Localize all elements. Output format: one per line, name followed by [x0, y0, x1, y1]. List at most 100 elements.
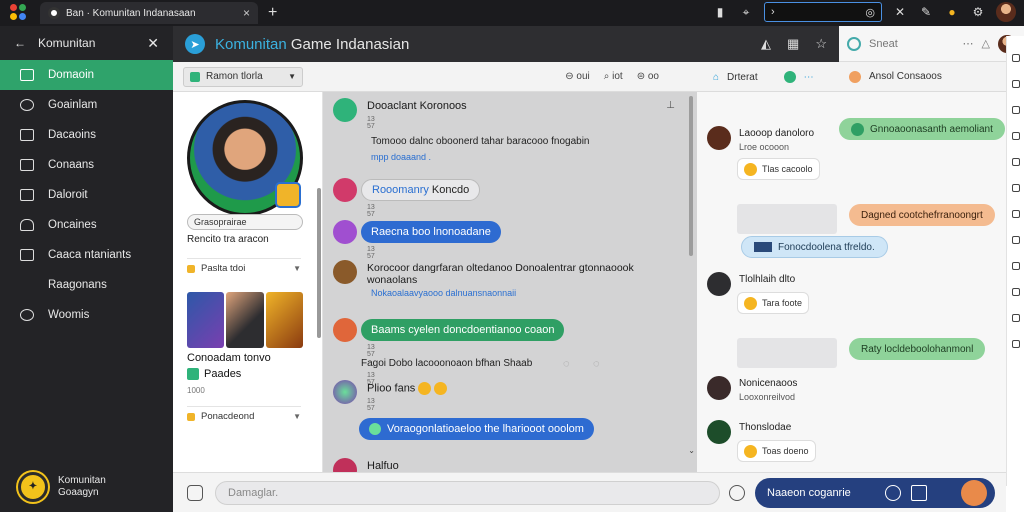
message-sender[interactable]: Dooaclant Koronoos: [367, 100, 467, 112]
sidebar-item-4[interactable]: Daloroit: [0, 180, 173, 210]
browser-logo-icon[interactable]: [10, 4, 28, 22]
game-badge-icon[interactable]: [275, 182, 301, 208]
home-icon[interactable]: ⌂: [713, 72, 719, 83]
shuffle-icon[interactable]: ✕: [892, 4, 908, 20]
tool-icon[interactable]: [1011, 262, 1020, 270]
reaction-icon[interactable]: ◌: [563, 358, 570, 370]
format-icon[interactable]: [910, 485, 927, 501]
emoji-picker-icon[interactable]: [729, 485, 745, 501]
folder-icon: [20, 129, 34, 141]
check-icon[interactable]: [884, 485, 901, 501]
profile-name-field[interactable]: Grasoprairae: [187, 214, 303, 230]
sidebar-item-6[interactable]: Caaca ntaniants: [0, 240, 173, 270]
gallery-image[interactable]: [226, 292, 264, 348]
message-link[interactable]: mpp doaaand .: [371, 152, 431, 162]
tool-icon[interactable]: [1011, 132, 1020, 140]
reply-bubble[interactable]: Dagned cootchefrranoongrt: [849, 204, 995, 226]
notification-icon[interactable]: △: [982, 37, 990, 50]
message-bubble[interactable]: Voraogonlatioaeloo the lhariooot ooolom: [359, 418, 594, 440]
tool-icon[interactable]: [1011, 106, 1020, 114]
tool-icon[interactable]: [1011, 314, 1020, 322]
reply-bubble[interactable]: Fonocdoolena tfreldo.: [741, 236, 888, 258]
sidebar-item-7[interactable]: Raagonans: [0, 270, 173, 300]
search-button[interactable]: ⌕ iot: [604, 71, 623, 82]
bookmark-icon[interactable]: ⌖: [738, 4, 754, 20]
message-sender[interactable]: Korocoor dangrfaran oltedanoo Donoalentr…: [367, 262, 634, 274]
back-arrow-icon[interactable]: ←: [14, 36, 26, 50]
settings-icon[interactable]: ⚙: [970, 4, 986, 20]
star-icon[interactable]: ☆: [815, 36, 827, 52]
sidebar-item-3[interactable]: Conaans: [0, 150, 173, 180]
tool-icon[interactable]: [1011, 158, 1020, 166]
message-sender[interactable]: Halfuo: [367, 460, 399, 472]
contact-name: Thonslodae: [739, 422, 792, 433]
browser-tab[interactable]: Ban · Komunitan Indanasaan ×: [40, 2, 258, 24]
contact-bubble[interactable]: Tara foote: [737, 292, 810, 314]
refresh-icon[interactable]: ◎: [865, 6, 875, 19]
message-sender[interactable]: Plioo fans: [367, 382, 448, 395]
scroll-down-icon[interactable]: ⌄: [688, 446, 695, 455]
gallery-image[interactable]: [265, 292, 303, 348]
emoji-icon[interactable]: ●: [944, 4, 960, 20]
profile-section-dropdown-2[interactable]: Ponacdeond ▼: [187, 406, 301, 426]
new-tab-button[interactable]: +: [268, 4, 277, 22]
message-link[interactable]: Nokaoalaavyaooo dalnuansnaonnaii: [371, 288, 516, 298]
tab-chats[interactable]: Drterat: [727, 72, 758, 83]
tool-icon[interactable]: [1011, 288, 1020, 296]
gallery-image[interactable]: [187, 292, 225, 348]
tool-icon[interactable]: [1011, 184, 1020, 192]
tool-icon[interactable]: [1011, 340, 1020, 348]
sender-tag: Koncdo: [431, 184, 470, 196]
tool-icon[interactable]: [1011, 80, 1020, 88]
tab-close-icon[interactable]: ×: [243, 6, 250, 20]
sender-avatar[interactable]: [333, 458, 357, 472]
edit-icon[interactable]: ✎: [918, 4, 934, 20]
options-button[interactable]: ⊜ oo: [637, 71, 659, 82]
sidebar-item-8[interactable]: Woomis: [0, 300, 173, 330]
message-bubble[interactable]: Baams cyelen doncdoentianoo coaon: [361, 319, 565, 341]
pin-icon[interactable]: ⊥: [666, 100, 675, 111]
share-icon[interactable]: ◭: [761, 36, 771, 52]
attach-icon[interactable]: [187, 485, 203, 501]
sidebar-item-0[interactable]: Domaoin: [0, 60, 173, 90]
sender-avatar[interactable]: [333, 380, 357, 404]
tool-icon[interactable]: [1011, 54, 1020, 62]
reaction-icon[interactable]: ◌: [593, 358, 600, 370]
search-input[interactable]: Sneat: [869, 38, 898, 50]
close-icon[interactable]: ✕: [147, 35, 159, 52]
reply-bubble[interactable]: Gnnoaoonasanth aemoliant: [839, 118, 1005, 140]
message-bubble[interactable]: Raecna boo lnonoadane: [361, 221, 501, 243]
tool-icon[interactable]: [1011, 236, 1020, 244]
search-panel[interactable]: Sneat ⋯ △: [839, 26, 1024, 62]
sender-avatar[interactable]: [333, 98, 357, 122]
sidebar-item-5[interactable]: Oncaines: [0, 210, 173, 240]
sidebar-item-2[interactable]: Dacaoins: [0, 120, 173, 150]
profile-section-dropdown[interactable]: Paslta tdoi ▼: [187, 258, 301, 278]
sender-avatar[interactable]: [333, 220, 357, 244]
address-bar[interactable]: › ◎: [764, 2, 882, 22]
message-input[interactable]: Damaglar.: [215, 481, 720, 505]
sender-chip[interactable]: Rooomanry Koncdo: [361, 179, 481, 201]
gallery-title: Conoadam tonvo: [187, 352, 271, 364]
zoom-out-button[interactable]: ⊖ oui: [565, 71, 590, 82]
sidebar-footer[interactable]: ✦ Komunitan Goaagyn: [18, 472, 106, 502]
more-icon[interactable]: ⋯: [804, 72, 814, 83]
grid-icon[interactable]: ▦: [787, 36, 799, 52]
tool-icon[interactable]: [1011, 210, 1020, 218]
contact-bubble[interactable]: Toas doeno: [737, 440, 816, 462]
chat-scrollbar[interactable]: [689, 96, 693, 256]
send-button[interactable]: [960, 480, 987, 506]
right-toolbar[interactable]: Ansol Consaoos ⌄: [839, 62, 1024, 92]
profile-scrollbar[interactable]: [317, 188, 321, 338]
reply-bubble[interactable]: Raty locldeboolohanmonl: [849, 338, 986, 360]
sender-avatar[interactable]: [333, 260, 357, 284]
sender-avatar[interactable]: [333, 318, 357, 342]
filter-dropdown[interactable]: Ramon tlorla ▼: [183, 66, 303, 87]
sender-avatar[interactable]: [333, 178, 357, 202]
extension-icon[interactable]: ▮: [712, 4, 728, 20]
user-avatar[interactable]: [996, 2, 1016, 22]
sidebar-item-1[interactable]: Goainlam: [0, 90, 173, 120]
contact-bubble[interactable]: Tlas cacoolo: [737, 158, 820, 180]
more-icon[interactable]: ⋯: [963, 37, 974, 50]
send-bar[interactable]: Naaeon coganrie: [755, 478, 995, 508]
